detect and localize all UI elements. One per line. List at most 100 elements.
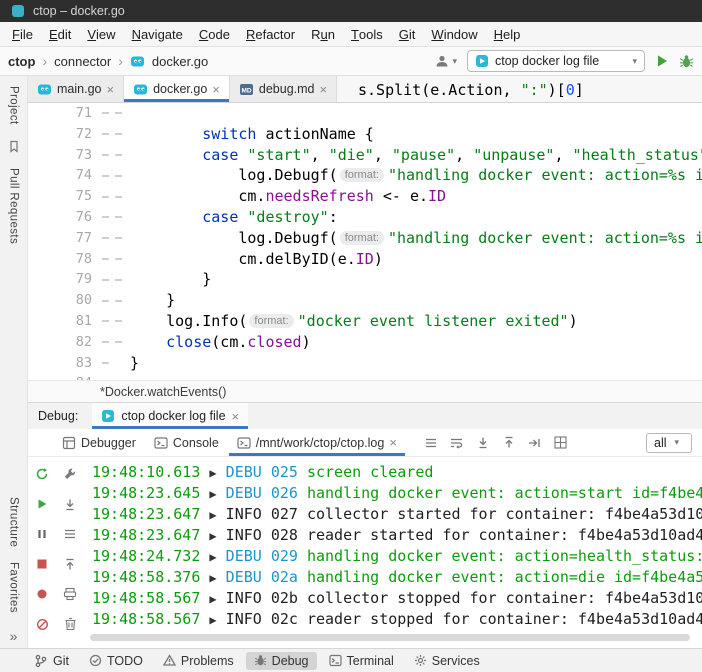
- tab-main-go[interactable]: main.go: [28, 76, 124, 102]
- run-config-select[interactable]: ctop docker log file: [467, 50, 645, 72]
- view-tab-label: Debugger: [81, 436, 136, 450]
- log-message: handling docker event: action=die id=f4b…: [307, 568, 702, 586]
- status-services[interactable]: Services: [406, 652, 488, 670]
- tool-stripe-project[interactable]: Project: [8, 86, 20, 125]
- menu-file[interactable]: File: [4, 22, 41, 46]
- tab-debug-md[interactable]: MDdebug.md: [230, 76, 337, 102]
- editor-line: 82 close(cm.closed): [28, 332, 702, 353]
- line-number[interactable]: 81: [28, 311, 100, 332]
- soft-wrap-button[interactable]: [445, 432, 469, 454]
- settings-wrench-button[interactable]: [58, 463, 82, 485]
- options-menu-button[interactable]: [419, 432, 443, 454]
- code-token: case: [202, 146, 238, 164]
- line-number[interactable]: 80: [28, 290, 100, 311]
- go-file-icon: [130, 54, 145, 69]
- menu-refactor[interactable]: Refactor: [238, 22, 303, 46]
- scroll-to-top-button[interactable]: [497, 432, 521, 454]
- scroll-down-button[interactable]: [58, 493, 82, 515]
- close-tab-icon[interactable]: [212, 83, 220, 96]
- menu-view[interactable]: View: [79, 22, 123, 46]
- stop-icon: [36, 558, 48, 570]
- line-number[interactable]: 82: [28, 332, 100, 353]
- menu-edit[interactable]: Edit: [41, 22, 79, 46]
- tab-docker-go[interactable]: docker.go: [124, 76, 230, 102]
- debug-button[interactable]: [679, 54, 694, 69]
- code-token: }: [130, 270, 211, 288]
- line-number[interactable]: 78: [28, 249, 100, 270]
- trash-button[interactable]: [58, 613, 82, 635]
- code-token: }: [130, 291, 175, 309]
- code-token: "destroy": [247, 208, 328, 226]
- menu-git[interactable]: Git: [391, 22, 424, 46]
- tool-stripe-favorites[interactable]: Favorites: [8, 562, 20, 613]
- close-tab-icon[interactable]: [389, 436, 397, 449]
- scroll-up-button[interactable]: [58, 553, 82, 575]
- tool-stripe-structure[interactable]: Structure: [8, 497, 20, 547]
- line-number[interactable]: 79: [28, 269, 100, 290]
- close-tab-icon[interactable]: [106, 83, 114, 96]
- tool-stripe-pull-requests[interactable]: Pull Requests: [8, 168, 20, 244]
- view-options-button[interactable]: [58, 523, 82, 545]
- status-problems[interactable]: Problems: [155, 652, 242, 670]
- layout-grid-button[interactable]: [549, 432, 573, 454]
- scroll-to-end-button[interactable]: [471, 432, 495, 454]
- debug-session-icon: [101, 409, 115, 423]
- code-token: "start": [247, 146, 310, 164]
- debug-session-tab[interactable]: ctop docker log file: [92, 403, 248, 429]
- close-tab-icon[interactable]: [320, 83, 328, 96]
- horizontal-scrollbar[interactable]: [90, 634, 690, 641]
- stop-button[interactable]: [30, 553, 54, 575]
- user-menu[interactable]: [434, 53, 457, 69]
- line-number[interactable]: 72: [28, 124, 100, 145]
- log-file-tab[interactable]: /mnt/work/ctop/ctop.log: [229, 429, 405, 456]
- bookmark-icon: [8, 140, 20, 153]
- line-number[interactable]: 74: [28, 165, 100, 186]
- fold-guide-dash: [115, 216, 122, 218]
- view-tab-console[interactable]: Console: [146, 429, 227, 456]
- status-todo[interactable]: TODO: [81, 652, 151, 670]
- code-text: log.Info(format:"docker event listener e…: [130, 311, 702, 332]
- rerun-button[interactable]: [30, 463, 54, 485]
- jump-to-end-button[interactable]: [523, 432, 547, 454]
- line-number[interactable]: 83: [28, 353, 100, 374]
- console-output[interactable]: 19:48:10.613 ▶ DEBU 025 screen cleared19…: [84, 457, 702, 645]
- code-token: }: [130, 354, 139, 372]
- breadcrumb-item-ctop[interactable]: ctop: [8, 54, 35, 69]
- breadcrumb-item-docker-go[interactable]: docker.go: [152, 54, 208, 69]
- run-config-label: ctop docker log file: [495, 54, 599, 68]
- menu-navigate[interactable]: Navigate: [124, 22, 191, 46]
- line-number[interactable]: 73: [28, 145, 100, 166]
- close-icon[interactable]: [232, 410, 240, 423]
- print-button[interactable]: [58, 583, 82, 605]
- breakpoints-button[interactable]: [30, 583, 54, 605]
- menu-code[interactable]: Code: [191, 22, 238, 46]
- menu-help[interactable]: Help: [486, 22, 529, 46]
- view-tab-debugger[interactable]: Debugger: [54, 429, 144, 456]
- editor[interactable]: 7172 switch actionName {73 case "start",…: [28, 103, 702, 380]
- menu-tools[interactable]: Tools: [343, 22, 391, 46]
- menu-run[interactable]: Run: [303, 22, 343, 46]
- status-terminal[interactable]: Terminal: [321, 652, 402, 670]
- code-token: [130, 146, 202, 164]
- status-git[interactable]: Git: [26, 652, 77, 670]
- more-tool-windows-icon[interactable]: [10, 628, 18, 644]
- fold-guide-dash: [102, 258, 109, 260]
- line-number[interactable]: 76: [28, 207, 100, 228]
- line-number[interactable]: 75: [28, 186, 100, 207]
- breadcrumb-item-connector[interactable]: connector: [54, 54, 111, 69]
- line-number[interactable]: 77: [28, 228, 100, 249]
- status-debug[interactable]: Debug: [246, 652, 317, 670]
- resume-button[interactable]: [30, 493, 54, 515]
- filter-select[interactable]: all: [646, 433, 692, 453]
- mute-breakpoints-button[interactable]: [30, 613, 54, 635]
- tab-label: main.go: [57, 82, 101, 96]
- log-timestamp: 19:48:58.567: [92, 589, 200, 607]
- run-button[interactable]: [655, 54, 669, 68]
- code-text: case "start", "die", "pause", "unpause",…: [130, 145, 702, 166]
- line-number[interactable]: 84: [28, 373, 100, 380]
- menu-window[interactable]: Window: [423, 22, 485, 46]
- pause-button[interactable]: [30, 523, 54, 545]
- line-number[interactable]: 71: [28, 103, 100, 124]
- log-seq: 02b: [271, 589, 298, 607]
- current-method-breadcrumb[interactable]: *Docker.watchEvents(): [100, 385, 226, 399]
